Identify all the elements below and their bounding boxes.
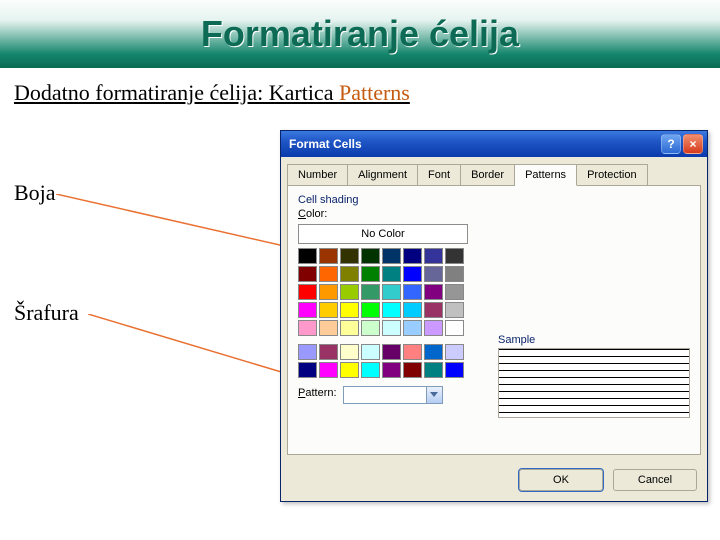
color-swatch[interactable] <box>319 362 338 378</box>
color-swatch[interactable] <box>298 302 317 318</box>
color-swatch[interactable] <box>445 344 464 360</box>
color-swatch[interactable] <box>403 344 422 360</box>
color-swatch[interactable] <box>361 362 380 378</box>
dialog-title: Format Cells <box>289 137 659 151</box>
color-swatch[interactable] <box>403 302 422 318</box>
color-swatch[interactable] <box>298 284 317 300</box>
no-color-button[interactable]: No Color <box>298 224 468 244</box>
color-swatch[interactable] <box>361 320 380 336</box>
color-swatch[interactable] <box>298 362 317 378</box>
color-swatch[interactable] <box>382 266 401 282</box>
color-swatch[interactable] <box>424 284 443 300</box>
tabpage-patterns: Cell shading Color: No Color Pattern: Sa… <box>287 185 701 455</box>
sample-label: Sample <box>498 334 690 346</box>
pattern-dropdown[interactable] <box>343 386 443 404</box>
sample-group: Sample <box>498 334 690 418</box>
titlebar[interactable]: Format Cells ? × <box>281 131 707 157</box>
color-swatch[interactable] <box>445 362 464 378</box>
color-swatch[interactable] <box>424 344 443 360</box>
tabstrip: Number Alignment Font Border Patterns Pr… <box>281 157 707 185</box>
color-swatch[interactable] <box>403 362 422 378</box>
pattern-label: Pattern: <box>298 387 337 399</box>
color-swatch[interactable] <box>340 344 359 360</box>
color-swatch[interactable] <box>319 344 338 360</box>
subtitle-keyword: Patterns <box>339 80 410 105</box>
color-swatch[interactable] <box>319 320 338 336</box>
color-swatch[interactable] <box>340 302 359 318</box>
color-swatch[interactable] <box>319 284 338 300</box>
color-swatch[interactable] <box>382 302 401 318</box>
color-swatch[interactable] <box>403 266 422 282</box>
color-swatch[interactable] <box>445 248 464 264</box>
color-swatch[interactable] <box>424 362 443 378</box>
sample-preview <box>498 348 690 418</box>
button-row: OK Cancel <box>281 461 707 501</box>
color-swatch[interactable] <box>403 320 422 336</box>
color-swatch[interactable] <box>361 284 380 300</box>
close-icon: × <box>689 137 696 151</box>
color-swatch[interactable] <box>403 248 422 264</box>
color-swatch[interactable] <box>361 302 380 318</box>
annotation-boja: Boja <box>14 180 56 206</box>
color-swatch[interactable] <box>424 302 443 318</box>
color-swatch[interactable] <box>445 302 464 318</box>
color-swatch[interactable] <box>382 344 401 360</box>
color-swatch[interactable] <box>361 266 380 282</box>
group-cell-shading: Cell shading <box>298 194 690 206</box>
color-swatch[interactable] <box>424 266 443 282</box>
color-swatch[interactable] <box>382 362 401 378</box>
ok-button[interactable]: OK <box>519 469 603 491</box>
color-swatch[interactable] <box>445 266 464 282</box>
color-swatch[interactable] <box>403 284 422 300</box>
help-button[interactable]: ? <box>661 134 681 154</box>
tab-font[interactable]: Font <box>418 164 461 186</box>
color-swatch[interactable] <box>340 266 359 282</box>
annotation-srafura: Šrafura <box>14 300 79 326</box>
color-swatch[interactable] <box>340 320 359 336</box>
color-swatch[interactable] <box>298 266 317 282</box>
tab-border[interactable]: Border <box>461 164 515 186</box>
help-icon: ? <box>667 137 674 151</box>
color-swatch[interactable] <box>382 248 401 264</box>
color-swatch[interactable] <box>319 302 338 318</box>
color-swatch[interactable] <box>298 344 317 360</box>
color-swatch[interactable] <box>340 284 359 300</box>
subtitle: Dodatno formatiranje ćelija: Kartica Pat… <box>0 68 720 110</box>
color-swatch[interactable] <box>298 248 317 264</box>
cancel-button[interactable]: Cancel <box>613 469 697 491</box>
tab-alignment[interactable]: Alignment <box>348 164 418 186</box>
color-label: Color: <box>298 208 327 220</box>
dropdown-button[interactable] <box>426 387 442 403</box>
tab-protection[interactable]: Protection <box>577 164 648 186</box>
color-swatch[interactable] <box>445 320 464 336</box>
banner: Formatiranje ćelija <box>0 0 720 68</box>
color-swatch[interactable] <box>340 248 359 264</box>
color-swatch[interactable] <box>361 344 380 360</box>
color-swatch[interactable] <box>424 248 443 264</box>
color-swatch[interactable] <box>319 248 338 264</box>
tab-patterns[interactable]: Patterns <box>515 164 577 186</box>
color-swatch[interactable] <box>445 284 464 300</box>
tab-number[interactable]: Number <box>287 164 348 186</box>
color-swatch[interactable] <box>361 248 380 264</box>
color-swatch[interactable] <box>382 320 401 336</box>
color-swatch[interactable] <box>319 266 338 282</box>
color-swatch[interactable] <box>382 284 401 300</box>
color-swatch[interactable] <box>424 320 443 336</box>
format-cells-dialog: Format Cells ? × Number Alignment Font B… <box>280 130 708 502</box>
chevron-down-icon <box>430 392 438 398</box>
color-swatch[interactable] <box>340 362 359 378</box>
banner-title: Formatiranje ćelija <box>201 13 519 55</box>
subtitle-prefix: Dodatno formatiranje ćelija: Kartica <box>14 80 339 105</box>
close-button[interactable]: × <box>683 134 703 154</box>
color-swatch[interactable] <box>298 320 317 336</box>
color-palette-main <box>298 248 690 336</box>
